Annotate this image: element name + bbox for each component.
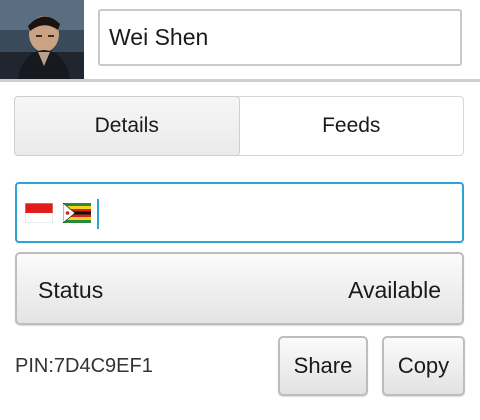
tab-details[interactable]: Details [14,96,240,156]
name-field[interactable]: Wei Shen [98,9,462,66]
text-cursor [97,199,99,229]
copy-button[interactable]: Copy [382,336,465,396]
tab-bar: Details Feeds [14,96,464,156]
tab-feeds[interactable]: Feeds [240,97,464,155]
zimbabwe-flag-icon [63,203,91,223]
profile-header: Wei Shen [0,0,480,82]
share-button[interactable]: Share [278,336,368,396]
pin-label: PIN:7D4C9EF1 [15,355,153,377]
indonesia-flag-icon [25,203,53,223]
status-label: Status [38,277,104,303]
country-pin-input[interactable] [15,182,464,243]
status-button[interactable]: Status Available [15,252,464,325]
status-value: Available [348,277,441,303]
avatar[interactable] [0,0,84,80]
header-divider [0,79,480,82]
